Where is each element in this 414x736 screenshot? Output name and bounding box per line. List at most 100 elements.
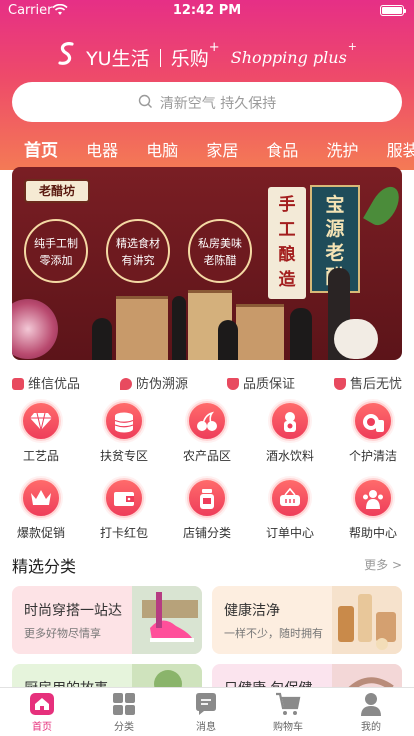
promo-banner[interactable]: 老醋坊 纯手工制 零添加 精选食材 有讲究 私房美味 老陈醋 手工酿造 宝源老醋 xyxy=(12,167,402,360)
bottom-tab-bar: 首页 分类 消息 购物车 我的 xyxy=(0,687,414,736)
bubble-line: 纯手工制 xyxy=(34,237,78,250)
diamond-icon xyxy=(21,401,61,441)
grid-item-drinks[interactable]: 酒水饮料 xyxy=(255,401,325,464)
tabbar-cart[interactable]: 购物车 xyxy=(258,692,318,733)
plus-sign: + xyxy=(208,40,220,55)
featured-header: 精选分类 更多 > xyxy=(12,553,402,577)
search-bar[interactable]: 清新空气 持久保持 xyxy=(12,82,402,122)
tabbar-profile[interactable]: 我的 xyxy=(341,692,401,733)
cart-icon xyxy=(276,692,301,715)
crown-icon xyxy=(21,478,61,518)
grid-item-label: 酒水饮料 xyxy=(265,449,314,463)
jar-icon xyxy=(187,478,227,518)
featured-card-fashion[interactable]: 时尚穿搭一站达 更多好物尽情享 xyxy=(12,586,202,654)
banner-bubble: 纯手工制 零添加 xyxy=(24,219,88,283)
tabbar-home[interactable]: 首页 xyxy=(12,692,72,733)
tab-appliances[interactable]: 电器 xyxy=(86,137,118,160)
bag-icon xyxy=(12,377,24,390)
card-title: 健康洁净 xyxy=(224,603,280,619)
grid-item-label: 工艺品 xyxy=(22,449,59,463)
more-link[interactable]: 更多 > xyxy=(364,556,402,573)
guarantee-label: 品质保证 xyxy=(243,377,296,392)
coins-icon xyxy=(104,401,144,441)
tabbar-label: 首页 xyxy=(32,722,52,733)
profile-icon xyxy=(361,693,381,716)
guarantee-bar: 维信优品 防伪溯源 品质保证 售后无忧 xyxy=(12,373,402,393)
grid-item-label: 店铺分类 xyxy=(182,526,231,540)
guarantee-label: 售后无忧 xyxy=(350,377,403,392)
guarantee-item: 品质保证 xyxy=(227,373,295,392)
home-icon xyxy=(30,693,54,715)
grid-item-poverty-relief[interactable]: 扶贫专区 xyxy=(89,401,159,464)
grid-item-label: 打卡红包 xyxy=(99,526,148,540)
tab-food[interactable]: 食品 xyxy=(266,137,298,160)
tab-clothing[interactable]: 服装 xyxy=(387,137,414,160)
bubble-line: 精选食材 xyxy=(116,237,160,250)
featured-card-cleaning[interactable]: 健康洁净 一样不少，随时拥有 xyxy=(212,586,402,654)
brand-name: YU生活 xyxy=(86,48,150,70)
leaf-decoration xyxy=(363,181,402,231)
tabbar-label: 购物车 xyxy=(273,722,303,733)
location-icon xyxy=(120,377,132,390)
tabbar-messages[interactable]: 消息 xyxy=(176,692,236,733)
grid-item-label: 爆款促销 xyxy=(16,526,65,540)
bubble-line: 零添加 xyxy=(39,254,73,267)
tab-home-living[interactable]: 家居 xyxy=(206,137,238,160)
tabbar-label: 分类 xyxy=(114,722,134,733)
brand-divider xyxy=(159,48,161,67)
bottle-image xyxy=(92,318,112,360)
status-bar: Carrier 12:42 PM xyxy=(0,0,414,22)
people-icon xyxy=(353,478,393,518)
grid-item-order-center[interactable]: 订单中心 xyxy=(255,478,325,541)
grid-item-label: 扶贫专区 xyxy=(99,449,148,463)
banner-vertical-slogan: 手工酿造 xyxy=(268,187,306,299)
card-subtitle: 一样不少，随时拥有 xyxy=(224,627,323,640)
grid-item-label: 订单中心 xyxy=(265,526,314,540)
guarantee-item: 售后无忧 xyxy=(334,373,402,392)
guarantee-item: 维信优品 xyxy=(12,373,80,392)
grid-item-checkin-redpacket[interactable]: 打卡红包 xyxy=(89,478,159,541)
tab-home[interactable]: 首页 xyxy=(24,136,58,160)
basket-icon xyxy=(270,478,310,518)
brand-logo: YU生活 乐购+ Shopping plus+ xyxy=(0,40,414,75)
tabbar-categories[interactable]: 分类 xyxy=(94,692,154,733)
grid-item-crafts[interactable]: 工艺品 xyxy=(6,401,76,464)
category-tabs: 首页 电器 电脑 家居 食品 洗护 服装 农产 xyxy=(24,136,414,160)
brand-slogan: Shopping plus xyxy=(230,48,347,67)
bottle-icon xyxy=(270,401,310,441)
wallet-icon xyxy=(104,478,144,518)
grid-item-farm-produce[interactable]: 农产品区 xyxy=(172,401,242,464)
bottle-image xyxy=(218,320,238,360)
tab-computers[interactable]: 电脑 xyxy=(146,137,178,160)
grid-item-label: 帮助中心 xyxy=(348,526,397,540)
card-title: 时尚穿搭一站达 xyxy=(24,603,122,619)
tab-care[interactable]: 洗护 xyxy=(327,137,359,160)
bubble-line: 私房美味 xyxy=(198,237,242,250)
battery-icon xyxy=(380,5,406,16)
banner-bubble: 精选食材 有讲究 xyxy=(106,219,170,283)
bottle-image xyxy=(172,296,186,360)
banner-brand-tag: 老醋坊 xyxy=(24,179,90,203)
brand-tagline: 乐购 xyxy=(170,48,209,70)
garlic-image xyxy=(334,319,378,359)
yen-icon xyxy=(334,377,346,390)
plus-sign: + xyxy=(347,40,358,53)
grid-item-help-center[interactable]: 帮助中心 xyxy=(338,478,408,541)
grid-item-hot-deals[interactable]: 爆款促销 xyxy=(6,478,76,541)
cosmetics-icon xyxy=(353,401,393,441)
cherry-icon xyxy=(187,401,227,441)
tabbar-label: 消息 xyxy=(196,722,216,733)
product-box-image xyxy=(116,296,168,360)
bubble-line: 老陈醋 xyxy=(203,254,237,267)
sneaker-image xyxy=(132,586,202,654)
banner-bubble: 私房美味 老陈醋 xyxy=(188,219,252,283)
bottle-image xyxy=(290,308,312,360)
product-box-image xyxy=(236,304,284,360)
vertical-char: 手工酿造 xyxy=(278,195,296,290)
shield-icon xyxy=(227,377,239,390)
tabbar-label: 我的 xyxy=(361,722,381,733)
grid-item-store-categories[interactable]: 店铺分类 xyxy=(172,478,242,541)
soap-bottles-image xyxy=(332,586,402,654)
message-icon xyxy=(196,693,216,715)
grid-item-personal-care[interactable]: 个护清洁 xyxy=(338,401,408,464)
